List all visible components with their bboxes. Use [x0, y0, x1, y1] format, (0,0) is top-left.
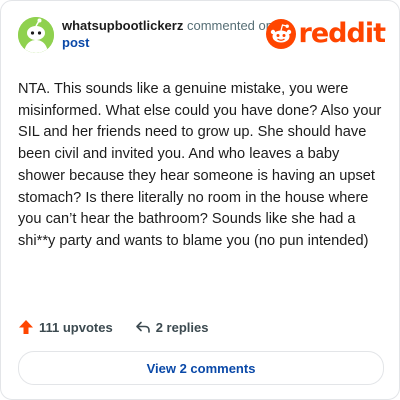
reply-arrow-icon [135, 321, 150, 333]
upvote-button[interactable]: 111 upvotes [18, 319, 113, 335]
post-link[interactable]: post [62, 34, 282, 52]
username[interactable]: whatsupbootlickerz [62, 18, 183, 33]
comment-meta: whatsupbootlickerz commented on post [62, 18, 282, 52]
upvote-arrow-icon [19, 320, 33, 334]
comment-actions: 111 upvotes 2 replies [18, 317, 208, 337]
user-avatar[interactable] [18, 17, 54, 53]
reddit-snoo-icon [265, 19, 296, 49]
replies-button[interactable]: 2 replies [135, 319, 209, 335]
comment-card: whatsupbootlickerz commented on post red… [0, 0, 400, 400]
view-comments-button[interactable]: View 2 comments [18, 351, 384, 385]
upvote-count: 111 upvotes [39, 319, 113, 335]
reddit-wordmark: reddit [298, 18, 386, 49]
comment-body: NTA. This sounds like a genuine mistake,… [18, 81, 382, 249]
commented-on-text: commented on [186, 18, 273, 33]
replies-count: 2 replies [155, 319, 209, 335]
snoo-avatar-icon [18, 17, 54, 53]
reddit-logo: reddit [265, 18, 386, 49]
comment-header: whatsupbootlickerz commented on post red… [18, 17, 386, 57]
